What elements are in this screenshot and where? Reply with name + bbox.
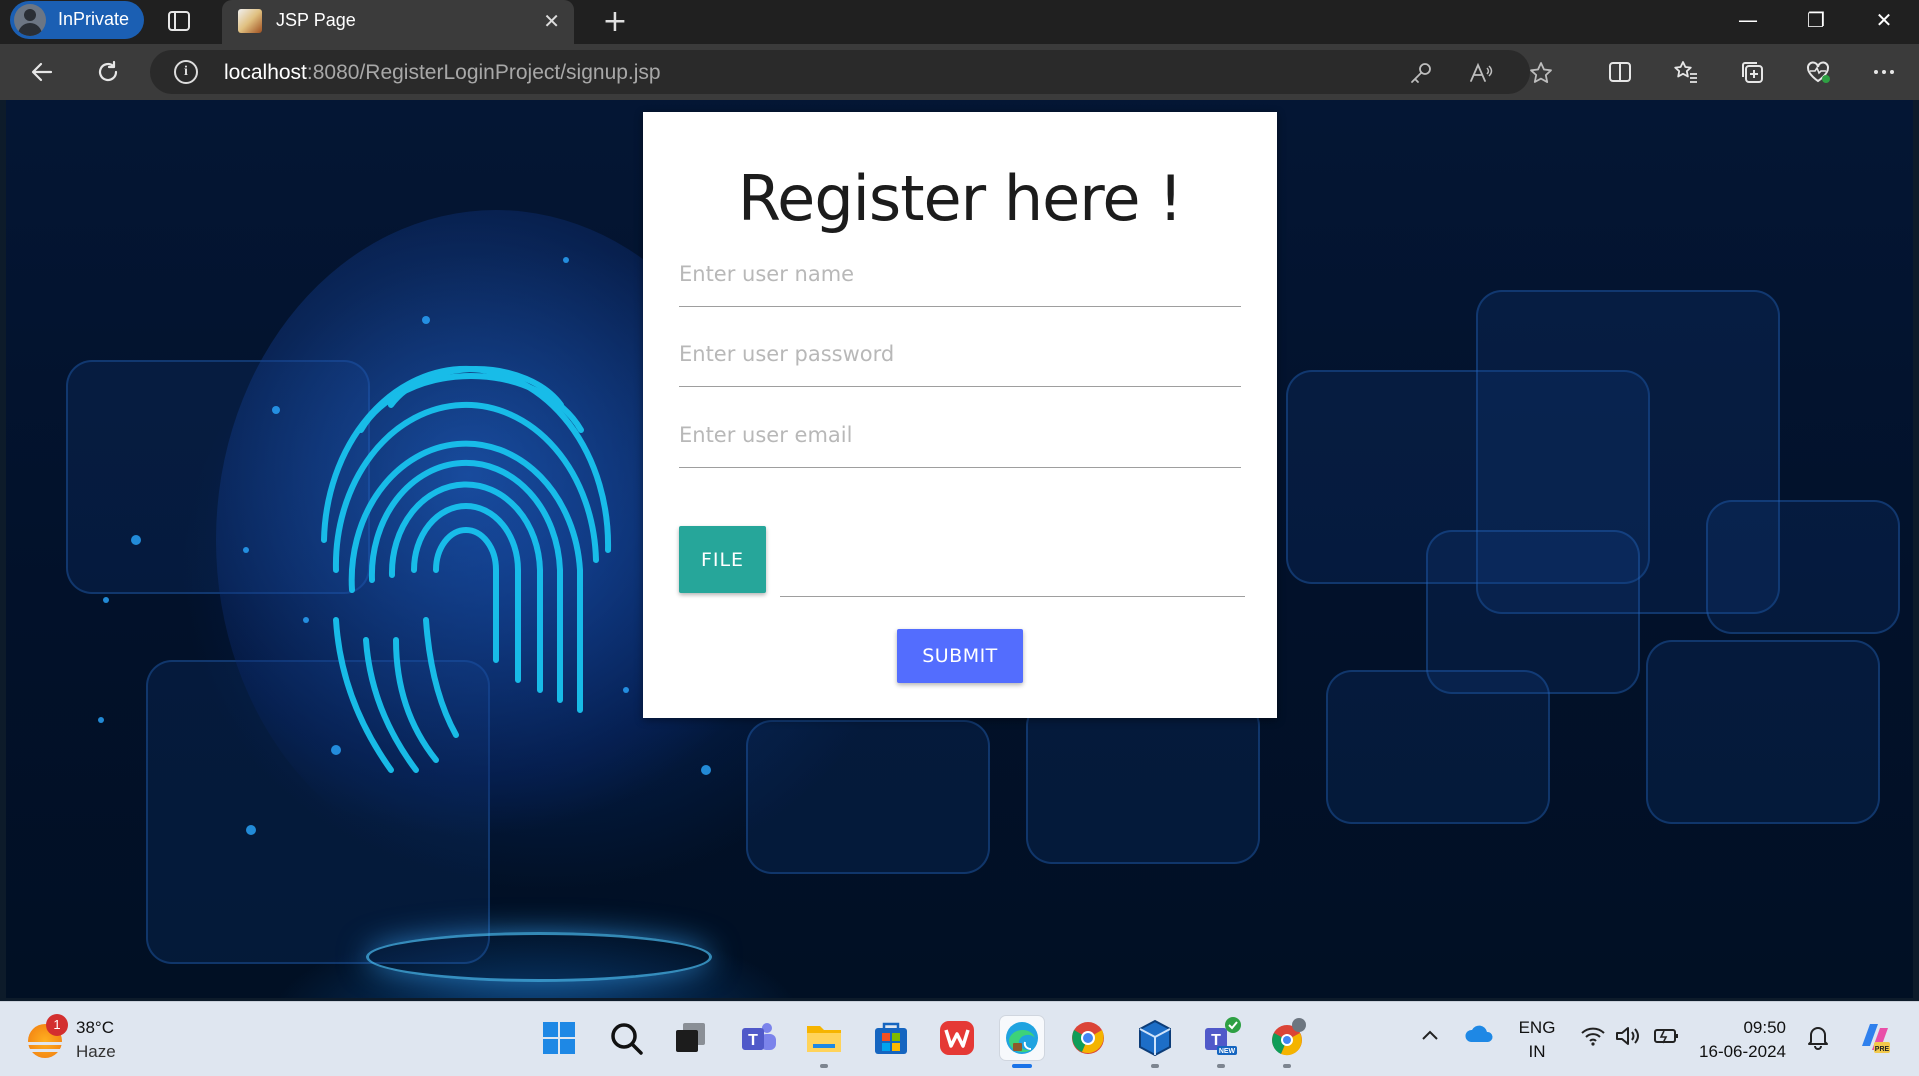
onedrive-cloud-icon[interactable] bbox=[1464, 1022, 1494, 1053]
url-path: :8080/RegisterLoginProject/signup.jsp bbox=[306, 61, 661, 84]
back-icon[interactable] bbox=[26, 56, 58, 88]
search-icon[interactable] bbox=[604, 1016, 648, 1060]
volume-icon[interactable] bbox=[1614, 1024, 1642, 1053]
address-bar[interactable]: i localhost:8080/RegisterLoginProject/si… bbox=[150, 50, 1552, 94]
virtualbox-icon[interactable] bbox=[1133, 1016, 1177, 1068]
teams-icon[interactable]: T bbox=[736, 1016, 780, 1060]
svg-text:T: T bbox=[748, 1032, 758, 1049]
system-clock[interactable]: 09:50 16-06-2024 bbox=[1696, 1016, 1786, 1064]
taskbar: 1 38°C Haze T T NEW ENG IN 09:50 16-06-2… bbox=[0, 1001, 1919, 1076]
key-icon[interactable] bbox=[1408, 60, 1434, 86]
tab-favicon-icon bbox=[238, 9, 262, 33]
browser-tab-strip: InPrivate JSP Page ✕ + — ❐ ✕ bbox=[0, 0, 1919, 44]
read-aloud-icon[interactable] bbox=[1468, 60, 1494, 86]
weather-notification-badge: 1 bbox=[46, 1014, 68, 1036]
more-icon[interactable] bbox=[1868, 56, 1900, 88]
notification-bell-icon[interactable] bbox=[1806, 1024, 1830, 1055]
weather-widget[interactable]: 1 38°C Haze bbox=[22, 1014, 152, 1066]
show-hidden-icons-chevron-icon[interactable] bbox=[1418, 1024, 1442, 1053]
copilot-icon[interactable]: PRE bbox=[1854, 1016, 1896, 1063]
language-code: ENG bbox=[1518, 1018, 1556, 1037]
profile-avatar-icon bbox=[14, 4, 46, 36]
new-tab-button[interactable]: + bbox=[598, 4, 632, 40]
input-language-indicator[interactable]: ENG IN bbox=[1512, 1016, 1562, 1064]
inprivate-profile-button[interactable]: InPrivate bbox=[10, 1, 144, 39]
task-view-icon[interactable] bbox=[669, 1016, 713, 1060]
close-window-button[interactable]: ✕ bbox=[1854, 0, 1914, 40]
tab-title: JSP Page bbox=[276, 10, 356, 30]
browser-essentials-icon[interactable] bbox=[1802, 56, 1834, 88]
favorite-star-icon[interactable] bbox=[1528, 60, 1554, 86]
restore-button[interactable]: ❐ bbox=[1786, 0, 1846, 40]
site-info-icon[interactable]: i bbox=[174, 60, 198, 84]
svg-text:NEW: NEW bbox=[1219, 1048, 1236, 1055]
wifi-icon[interactable] bbox=[1580, 1024, 1606, 1053]
running-indicator bbox=[1217, 1064, 1225, 1068]
page-title: Register here ! bbox=[737, 162, 1183, 235]
hologram-pedestal bbox=[366, 932, 712, 982]
clock-time: 09:50 bbox=[1743, 1018, 1786, 1037]
region-code: IN bbox=[1528, 1042, 1546, 1061]
file-path-input[interactable] bbox=[780, 532, 1245, 597]
running-indicator bbox=[1012, 1064, 1032, 1068]
page-viewport: Register here ! FILE SUBMIT bbox=[6, 100, 1913, 998]
split-screen-icon[interactable] bbox=[1604, 56, 1636, 88]
file-explorer-icon[interactable] bbox=[802, 1016, 846, 1068]
minimize-button[interactable]: — bbox=[1718, 0, 1778, 40]
file-button[interactable]: FILE bbox=[679, 526, 766, 593]
favorites-icon[interactable] bbox=[1670, 56, 1702, 88]
chrome-profile-icon[interactable] bbox=[1265, 1016, 1309, 1068]
microsoft-store-icon[interactable] bbox=[869, 1016, 913, 1060]
tab-actions-icon[interactable] bbox=[166, 8, 192, 34]
collections-icon[interactable] bbox=[1736, 56, 1768, 88]
clock-date: 16-06-2024 bbox=[1699, 1042, 1786, 1061]
url-text[interactable]: localhost:8080/RegisterLoginProject/sign… bbox=[224, 61, 661, 85]
refresh-icon[interactable] bbox=[92, 56, 124, 88]
battery-charging-icon[interactable] bbox=[1652, 1024, 1680, 1053]
running-indicator bbox=[820, 1064, 828, 1068]
weather-temperature: 38°C bbox=[76, 1018, 114, 1037]
browser-toolbar: i localhost:8080/RegisterLoginProject/si… bbox=[0, 44, 1919, 100]
tab-close-icon[interactable]: ✕ bbox=[543, 10, 560, 32]
svg-text:PRE: PRE bbox=[1875, 1046, 1890, 1053]
username-input[interactable] bbox=[679, 242, 1241, 307]
start-icon[interactable] bbox=[537, 1016, 581, 1060]
teams-new-icon[interactable]: T NEW bbox=[1199, 1016, 1243, 1068]
register-card: Register here ! FILE SUBMIT bbox=[643, 112, 1277, 718]
email-input[interactable] bbox=[679, 403, 1241, 468]
running-indicator bbox=[1151, 1064, 1159, 1068]
submit-button[interactable]: SUBMIT bbox=[897, 629, 1023, 683]
weather-condition: Haze bbox=[76, 1042, 116, 1061]
edge-icon[interactable] bbox=[1000, 1016, 1044, 1068]
wps-office-icon[interactable] bbox=[935, 1016, 979, 1060]
running-indicator bbox=[1283, 1064, 1291, 1068]
chrome-icon[interactable] bbox=[1066, 1016, 1110, 1060]
inprivate-label: InPrivate bbox=[58, 9, 130, 29]
url-host: localhost bbox=[224, 61, 307, 84]
password-input[interactable] bbox=[679, 322, 1241, 387]
tab-jsp-page[interactable]: JSP Page ✕ bbox=[222, 0, 574, 44]
